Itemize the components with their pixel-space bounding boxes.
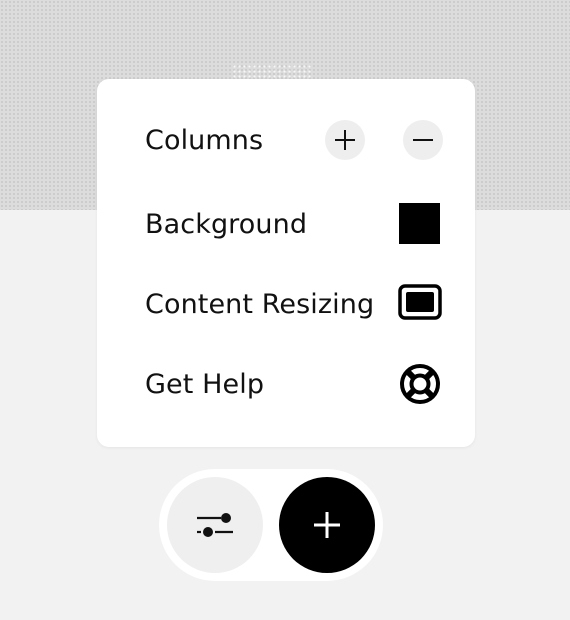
minus-icon: [413, 139, 433, 141]
menu-row-content-resizing[interactable]: Content Resizing: [97, 274, 475, 334]
columns-label: Columns: [145, 124, 264, 156]
options-menu-panel: Columns Background Content Resizing Get …: [97, 79, 475, 447]
content-resizing-label: Content Resizing: [145, 288, 375, 320]
get-help-label: Get Help: [145, 368, 265, 400]
remove-column-button[interactable]: [403, 120, 443, 160]
add-column-button[interactable]: [325, 120, 365, 160]
bottom-dock: [159, 469, 383, 581]
plus-icon: [314, 512, 340, 538]
background-label: Background: [145, 208, 308, 240]
plus-icon: [335, 130, 355, 150]
settings-button[interactable]: [167, 477, 263, 573]
content-resize-icon[interactable]: [398, 284, 442, 320]
background-color-swatch[interactable]: [399, 203, 440, 244]
lifebuoy-icon[interactable]: [398, 362, 442, 406]
menu-row-get-help[interactable]: Get Help: [97, 354, 475, 414]
add-block-button[interactable]: [279, 477, 375, 573]
sliders-icon: [197, 513, 233, 537]
menu-row-background[interactable]: Background: [97, 194, 475, 254]
drag-handle[interactable]: [232, 64, 312, 80]
menu-row-columns: Columns: [97, 110, 475, 170]
